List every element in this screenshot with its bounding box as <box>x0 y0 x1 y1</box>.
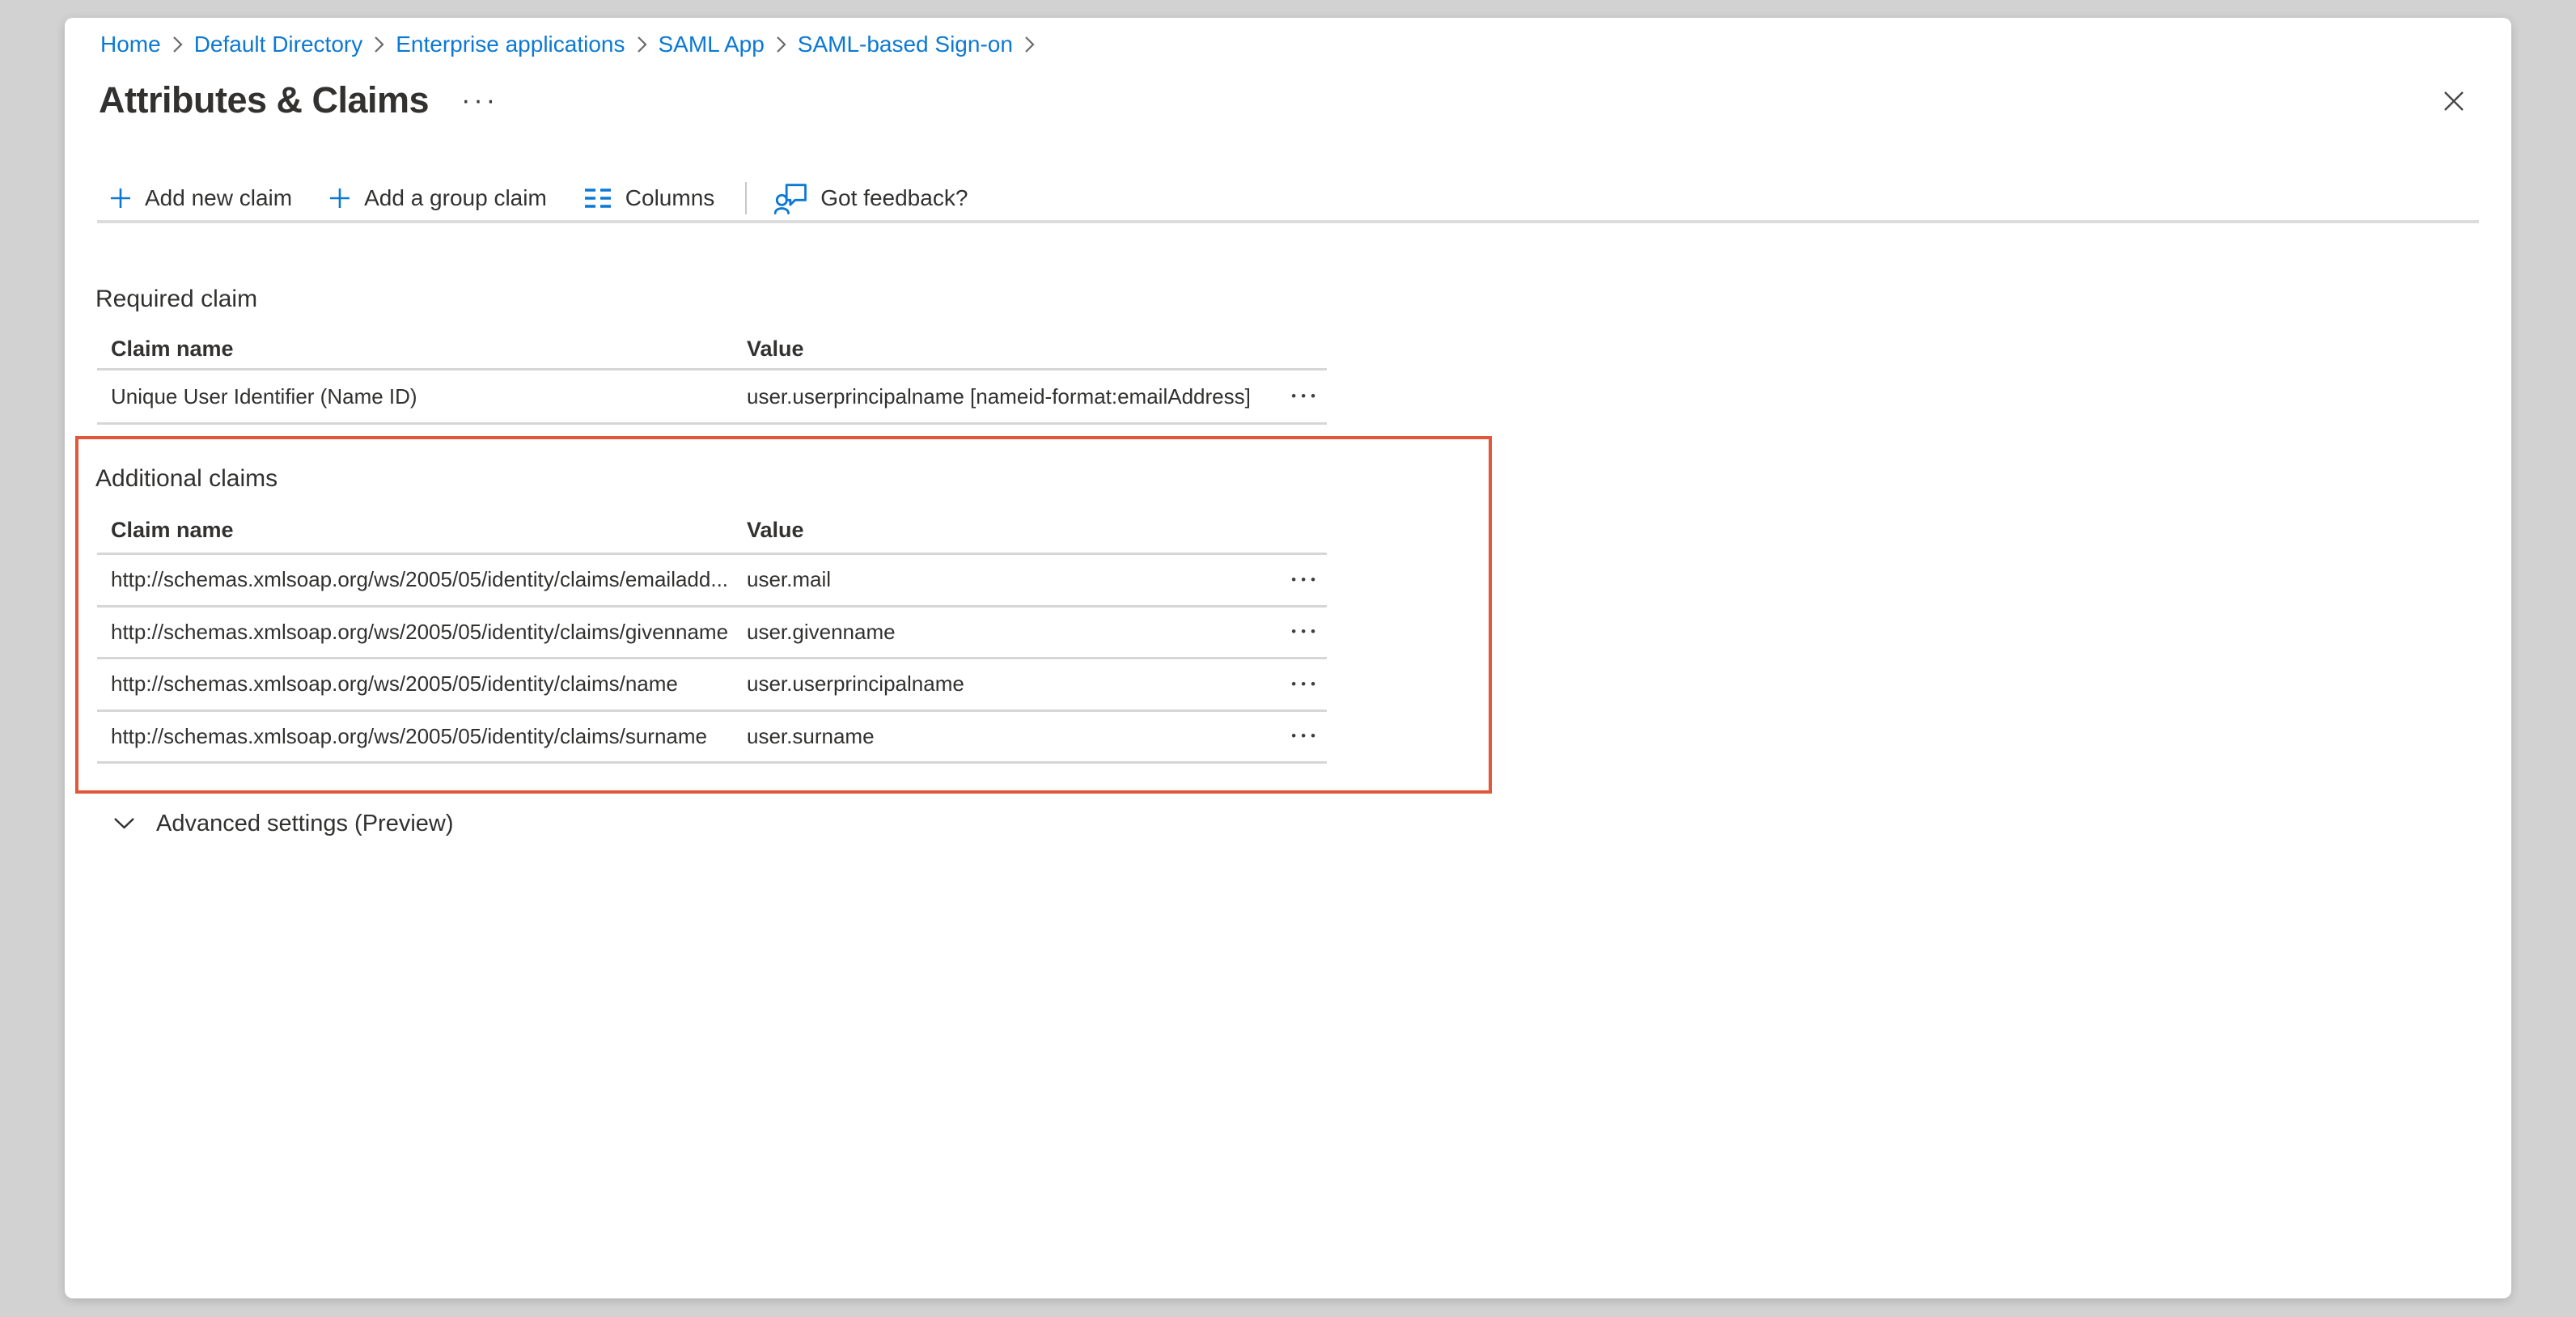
claim-value-cell: user.givenname <box>747 620 1262 645</box>
claim-name-cell: http://schemas.xmlsoap.org/ws/2005/05/id… <box>97 671 747 697</box>
advanced-settings-label: Advanced settings (Preview) <box>156 811 454 837</box>
add-group-claim-button[interactable]: Add a group claim <box>328 185 547 211</box>
additional-claims-heading: Additional claims <box>95 464 278 494</box>
chevron-right-icon <box>776 36 786 53</box>
column-header-claim-name: Claim name <box>97 518 747 543</box>
toolbar-separator <box>745 182 747 214</box>
chevron-down-icon <box>113 817 135 830</box>
attributes-claims-blade: Home Default Directory Enterprise applic… <box>65 18 2511 1298</box>
more-options-button[interactable]: ··· <box>461 85 498 116</box>
column-header-value: Value <box>747 337 1262 362</box>
chevron-right-icon <box>172 36 183 53</box>
additional-claims-table: Claim name Value http://schemas.xmlsoap.… <box>97 508 1327 764</box>
columns-label: Columns <box>625 185 714 211</box>
breadcrumb-saml-based-sign-on[interactable]: SAML-based Sign-on <box>798 33 1013 56</box>
breadcrumb-saml-app[interactable]: SAML App <box>659 33 765 56</box>
got-feedback-button[interactable]: Got feedback? <box>774 182 968 214</box>
command-bar: Add new claim Add a group claim Columns <box>108 180 1003 216</box>
claim-name-cell: http://schemas.xmlsoap.org/ws/2005/05/id… <box>97 724 747 749</box>
close-icon <box>2442 89 2466 113</box>
row-context-menu-button[interactable]: ••• <box>1262 728 1327 744</box>
add-new-claim-button[interactable]: Add new claim <box>108 185 292 211</box>
title-row: Attributes & Claims ··· <box>99 78 498 123</box>
row-context-menu-button[interactable]: ••• <box>1262 572 1327 588</box>
row-context-menu-button[interactable]: ••• <box>1262 676 1327 692</box>
claim-name-cell: http://schemas.xmlsoap.org/ws/2005/05/id… <box>97 620 747 645</box>
advanced-settings-toggle[interactable]: Advanced settings (Preview) <box>113 806 454 841</box>
table-header: Claim name Value <box>97 330 1327 371</box>
plus-icon <box>108 186 133 210</box>
table-row[interactable]: http://schemas.xmlsoap.org/ws/2005/05/id… <box>97 608 1327 660</box>
breadcrumb-default-directory[interactable]: Default Directory <box>194 33 363 56</box>
columns-button[interactable]: Columns <box>583 185 714 211</box>
column-header-claim-name: Claim name <box>97 337 747 362</box>
breadcrumb: Home Default Directory Enterprise applic… <box>100 33 1046 56</box>
add-group-claim-label: Add a group claim <box>364 185 547 211</box>
got-feedback-label: Got feedback? <box>820 185 968 211</box>
column-header-value: Value <box>747 518 1262 543</box>
table-row[interactable]: http://schemas.xmlsoap.org/ws/2005/05/id… <box>97 555 1327 608</box>
required-claim-heading: Required claim <box>95 284 257 315</box>
row-context-menu-button[interactable]: ••• <box>1262 388 1327 404</box>
columns-icon <box>583 187 613 210</box>
breadcrumb-home[interactable]: Home <box>100 33 161 56</box>
claim-name-cell: http://schemas.xmlsoap.org/ws/2005/05/id… <box>97 567 747 592</box>
page-title: Attributes & Claims <box>99 78 429 123</box>
chevron-right-icon <box>374 36 384 53</box>
table-header: Claim name Value <box>97 508 1327 555</box>
claim-value-cell: user.surname <box>747 724 1262 749</box>
claim-value-cell: user.userprincipalname [nameid-format:em… <box>747 384 1262 409</box>
feedback-icon <box>774 182 808 214</box>
toolbar-divider <box>97 220 2479 223</box>
add-new-claim-label: Add new claim <box>145 185 292 211</box>
claim-value-cell: user.mail <box>747 567 1262 592</box>
row-context-menu-button[interactable]: ••• <box>1262 624 1327 640</box>
table-row[interactable]: Unique User Identifier (Name ID) user.us… <box>97 371 1327 425</box>
chevron-right-icon <box>637 36 647 53</box>
plus-icon <box>328 186 352 210</box>
table-row[interactable]: http://schemas.xmlsoap.org/ws/2005/05/id… <box>97 659 1327 712</box>
close-button[interactable] <box>2435 83 2472 120</box>
chevron-right-icon <box>1024 36 1035 53</box>
claim-name-cell: Unique User Identifier (Name ID) <box>97 384 747 409</box>
table-row[interactable]: http://schemas.xmlsoap.org/ws/2005/05/id… <box>97 712 1327 764</box>
breadcrumb-enterprise-applications[interactable]: Enterprise applications <box>396 33 625 56</box>
required-claims-table: Claim name Value Unique User Identifier … <box>97 330 1327 425</box>
claim-value-cell: user.userprincipalname <box>747 671 1262 697</box>
